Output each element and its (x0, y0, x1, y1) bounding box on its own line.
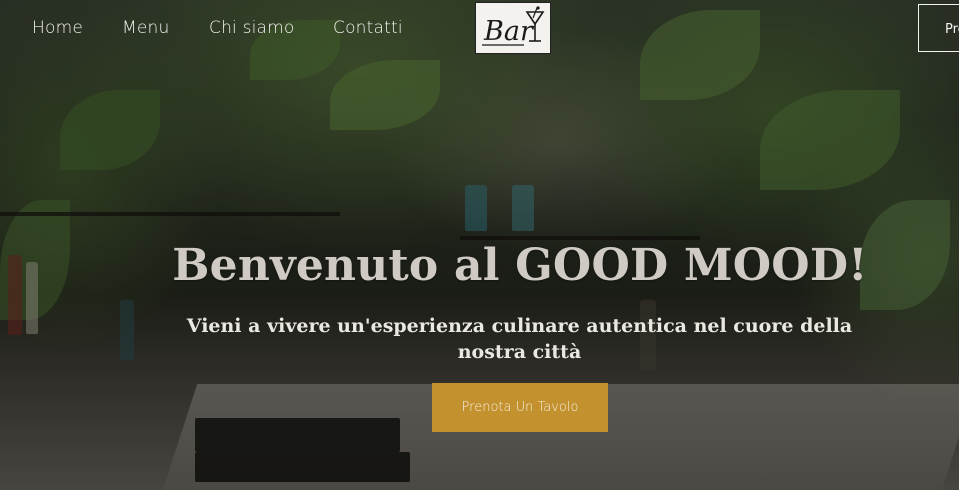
hero-headline: Benvenuto al GOOD MOOD! (172, 240, 868, 291)
book-table-button[interactable]: Prenota Un Tavolo (432, 383, 608, 432)
nav-link-contatti[interactable]: Contatti (333, 18, 403, 38)
top-navigation: Home Menu Chi siamo Contatti Bar Prenota (0, 0, 959, 56)
hero-subtitle: Vieni a vivere un'esperienza culinare au… (186, 315, 853, 363)
prenota-nav-button[interactable]: Prenota (918, 4, 959, 52)
bar-logo[interactable]: Bar (475, 2, 551, 54)
nav-link-menu[interactable]: Menu (122, 18, 169, 38)
svg-text:Bar: Bar (483, 16, 535, 47)
cocktail-glass-icon: Bar (482, 6, 545, 47)
nav-link-chi-siamo[interactable]: Chi siamo (209, 18, 295, 38)
nav-link-home[interactable]: Home (32, 18, 83, 38)
